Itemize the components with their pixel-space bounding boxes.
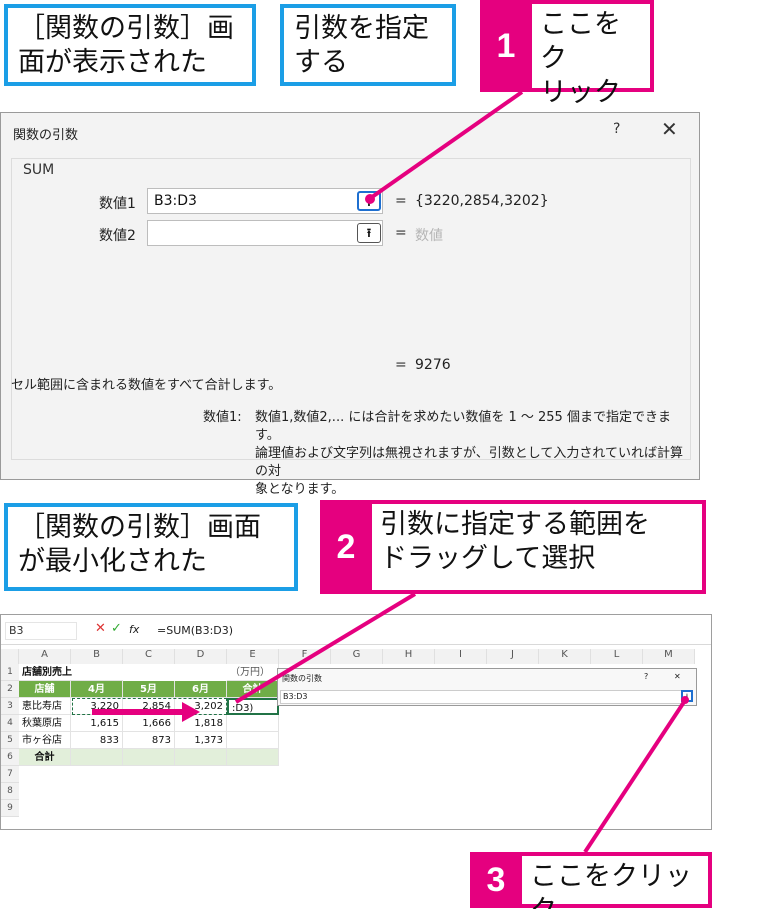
row-header[interactable]: 4 [1,715,19,732]
excel-window: B3 ✕ ✓ fx =SUM(B3:D3) A B C D E F G H I … [0,614,712,830]
cell-apr[interactable]: 833 [71,732,123,749]
col-header[interactable]: K [539,649,591,664]
row-header[interactable]: 1 [1,664,19,681]
cell-may[interactable]: 1,666 [123,715,175,732]
cell-blank[interactable] [123,749,175,766]
header-apr[interactable]: 4月 [71,681,123,698]
col-header[interactable]: M [643,649,695,664]
callout-specify-args: 引数を指定 する [280,4,456,86]
step-1-number: 1 [496,26,516,65]
cell-may[interactable]: 873 [123,732,175,749]
row-header[interactable]: 7 [1,766,19,783]
arg1-input[interactable]: B3:D3 [147,188,383,214]
minimized-dialog: 関数の引数 ? ✕ B3:D3 ⭳ [277,668,697,706]
function-arguments-dialog: 関数の引数 ? ✕ SUM 数値1 B3:D3 ⭱ = {3220,2854,3… [0,112,700,497]
col-header[interactable]: D [175,649,227,664]
arg1-collapse-icon[interactable]: ⭱ [357,191,381,211]
col-header[interactable]: I [435,649,487,664]
col-header[interactable]: F [279,649,331,664]
function-description: セル範囲に含まれる数値をすべて合計します。 [11,378,282,393]
col-header[interactable]: H [383,649,435,664]
col-header[interactable]: B [71,649,123,664]
dialog-title: 関数の引数 [13,128,79,143]
row-header[interactable]: 9 [1,800,19,817]
fx-icon[interactable]: fx [129,623,139,636]
cell-apr[interactable]: 1,615 [71,715,123,732]
corner[interactable] [1,649,19,664]
mini-close-icon[interactable]: ✕ [674,672,681,681]
formula-result: 9276 [415,357,451,373]
arg2-result: 数値 [415,228,443,244]
header-store[interactable]: 店舗 [19,681,71,698]
cell-a1[interactable]: 店舗別売上 [19,664,123,681]
col-header[interactable]: L [591,649,643,664]
row-header[interactable]: 2 [1,681,19,698]
col-header[interactable]: J [487,649,539,664]
arg1-label: 数値1 [99,196,136,212]
header-jun[interactable]: 6月 [175,681,227,698]
cancel-icon[interactable]: ✕ [95,621,106,636]
arg2-equals: = [395,225,407,241]
cell-total-label[interactable]: 合計 [19,749,71,766]
header-may[interactable]: 5月 [123,681,175,698]
cell-jun[interactable]: 1,818 [175,715,227,732]
formula-text[interactable]: =SUM(B3:D3) [157,624,233,637]
cell-total[interactable]: :D3) [227,698,279,715]
cell-jun[interactable]: 1,373 [175,732,227,749]
step-3-number: 3 [486,860,506,899]
step-3: 3 ここをクリック [470,852,712,909]
cell-blank[interactable] [71,749,123,766]
function-name: SUM [19,162,59,178]
close-icon[interactable]: ✕ [661,117,678,141]
step-2-number: 2 [336,527,356,566]
row-header[interactable]: 5 [1,732,19,749]
arg2-label: 数値2 [99,228,136,244]
mini-range-input[interactable]: B3:D3 [280,690,682,704]
cell-store[interactable]: 恵比寿店 [19,698,71,715]
cell-e1[interactable]: （万円） [227,664,279,681]
help-arg-label: 数値1: [203,410,242,425]
row-header[interactable]: 8 [1,783,19,800]
result-equals: = [395,357,407,373]
arg2-collapse-icon[interactable]: ⭱ [357,223,381,243]
name-box[interactable]: B3 [5,622,77,640]
header-total[interactable]: 合計 [227,681,279,698]
step-1-text: ここをク リック [532,4,650,108]
step-2: 2 引数に指定する範囲を ドラッグして選択 [320,500,706,594]
col-header[interactable]: G [331,649,383,664]
col-header[interactable]: A [19,649,71,664]
col-header[interactable]: C [123,649,175,664]
cell-total[interactable] [227,715,279,732]
cell-store[interactable]: 秋葉原店 [19,715,71,732]
arg2-input[interactable] [147,220,383,246]
row-header[interactable]: 6 [1,749,19,766]
mini-dialog-title: 関数の引数 [282,674,322,683]
step-3-text: ここをクリック [522,856,708,909]
row-header[interactable]: 3 [1,698,19,715]
step-1: 1 ここをク リック [480,0,654,108]
col-header[interactable]: E [227,649,279,664]
callout-dialog-minimized: ［関数の引数］画面 が最小化された [4,503,298,591]
cell-blank[interactable] [175,749,227,766]
cell-total[interactable] [227,732,279,749]
selection-marquee [72,698,227,715]
expand-dialog-icon[interactable]: ⭳ [681,690,693,702]
help-arg-text: 数値1,数値2,... には合計を求めたい数値を 1 ～ 255 個まで指定でき… [255,410,683,497]
step-2-text: 引数に指定する範囲を ドラッグして選択 [372,504,702,590]
help-icon[interactable]: ? [613,121,620,137]
arg1-equals: = [395,193,407,209]
arg1-result: {3220,2854,3202} [415,193,549,209]
enter-icon[interactable]: ✓ [111,621,122,636]
formula-bar: B3 ✕ ✓ fx =SUM(B3:D3) [1,615,711,645]
cell-store[interactable]: 市ヶ谷店 [19,732,71,749]
callout-dialog-shown: ［関数の引数］画 面が表示された [4,4,256,86]
cell-blank[interactable] [227,749,279,766]
mini-help-icon[interactable]: ? [644,672,648,681]
